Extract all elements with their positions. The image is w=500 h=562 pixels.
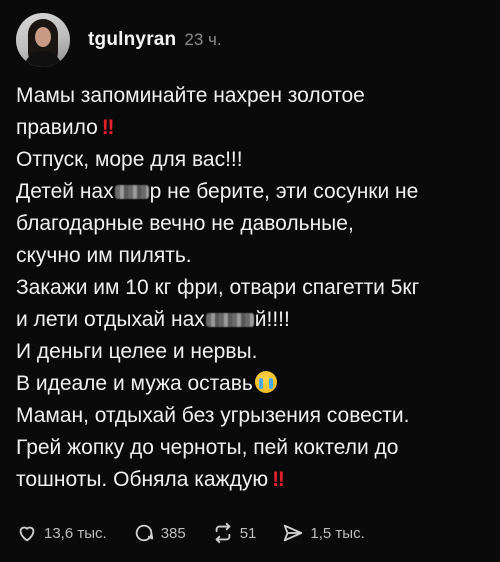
comment-button[interactable]: 385 (133, 522, 186, 544)
censored-word (114, 185, 149, 200)
post-text: Мамы запоминайте нахрен золотое правило ‼… (16, 80, 486, 496)
repost-button[interactable]: 51 (212, 522, 257, 544)
post-line: тошноты. Обняла каждую ‼ (16, 468, 285, 491)
post-actions: 13,6 тыс. 385 51 1,5 тыс. (16, 522, 391, 544)
post-line: В идеале и мужа оставь (16, 368, 486, 400)
share-count: 1,5 тыс. (310, 524, 365, 542)
censored-word (205, 313, 254, 328)
like-count: 13,6 тыс. (44, 524, 107, 542)
avatar[interactable] (16, 13, 70, 67)
post-line: благодарные вечно не давольные, (16, 212, 354, 235)
like-button[interactable]: 13,6 тыс. (16, 522, 107, 544)
post-header: tgulnyran 23 ч. (16, 12, 222, 68)
post-line: правило ‼ (16, 116, 115, 139)
comment-count: 385 (160, 524, 186, 542)
double-exclamation-icon: ‼ (101, 116, 115, 139)
post-line: Мамы запоминайте нахрен золотое (16, 84, 365, 107)
post-line: И деньги целее и нервы. (16, 340, 258, 363)
repost-icon (215, 522, 231, 544)
post-line: Грей жопку до черноты, пей коктели до (16, 436, 399, 459)
author-info: tgulnyran 23 ч. (88, 29, 222, 51)
post-line: и лети отдыхай нах й!!!! (16, 308, 290, 331)
post-time: 23 ч. (184, 30, 222, 49)
share-icon (284, 524, 303, 542)
crying-emoji-icon (254, 371, 277, 393)
post-line: скучно им пилять. (16, 244, 192, 267)
repost-count: 51 (239, 524, 257, 542)
double-exclamation-icon: ‼ (272, 468, 285, 491)
post-line: Маман, отдыхай без угрызения совести. (16, 404, 410, 427)
comment-icon (135, 524, 153, 542)
share-button[interactable]: 1,5 тыс. (282, 522, 365, 544)
username[interactable]: tgulnyran (88, 29, 176, 51)
post-line: Детей нах р не берите, эти сосунки не (16, 180, 419, 203)
post-line: Закажи им 10 кг фри, отвари спагетти 5кг (16, 276, 420, 299)
post-line: Отпуск, море для вас!!! (16, 148, 243, 171)
heart-icon (19, 526, 35, 542)
